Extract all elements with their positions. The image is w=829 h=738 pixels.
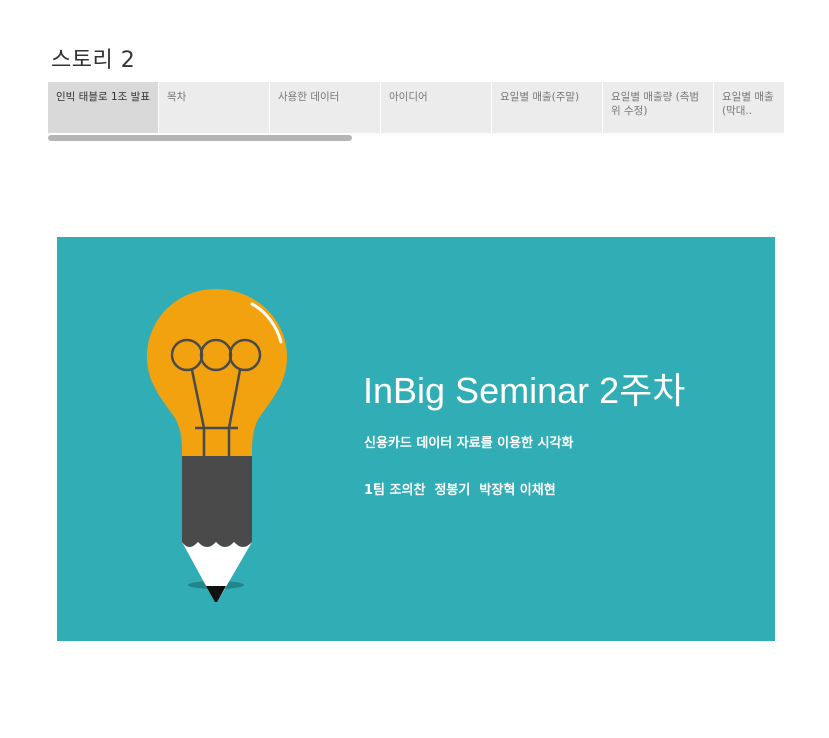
- story-tab-5[interactable]: 요일별 매출(주말): [492, 82, 603, 133]
- story-title: 스토리 2: [51, 48, 136, 73]
- story-tab-1[interactable]: 인빅 태블로 1조 발표: [48, 82, 159, 133]
- story-tab-6[interactable]: 요일별 매출량 (측범위 수정): [603, 82, 714, 133]
- slide-subtitle: 신용카드 데이터 자료를 이용한 시각화: [364, 436, 574, 451]
- story-slide: InBig Seminar 2주차 신용카드 데이터 자료를 이용한 시각화 1…: [57, 237, 775, 641]
- story-tab-2[interactable]: 목차: [159, 82, 270, 133]
- slide-team-members: 1팀 조의찬 정봉기 박장혁 이채현: [364, 483, 556, 498]
- story-tab-3[interactable]: 사용한 데이터: [270, 82, 381, 133]
- story-tab-bar: 인빅 태블로 1조 발표 목차 사용한 데이터 아이디어 요일별 매출(주말) …: [48, 82, 784, 133]
- lightbulb-pencil-icon: [147, 289, 287, 602]
- story-tab-7[interactable]: 요일별 매출(막대..: [714, 82, 784, 133]
- story-tab-4[interactable]: 아이디어: [381, 82, 492, 133]
- tab-scrollbar[interactable]: [48, 135, 352, 141]
- slide-title: InBig Seminar 2주차: [363, 370, 686, 411]
